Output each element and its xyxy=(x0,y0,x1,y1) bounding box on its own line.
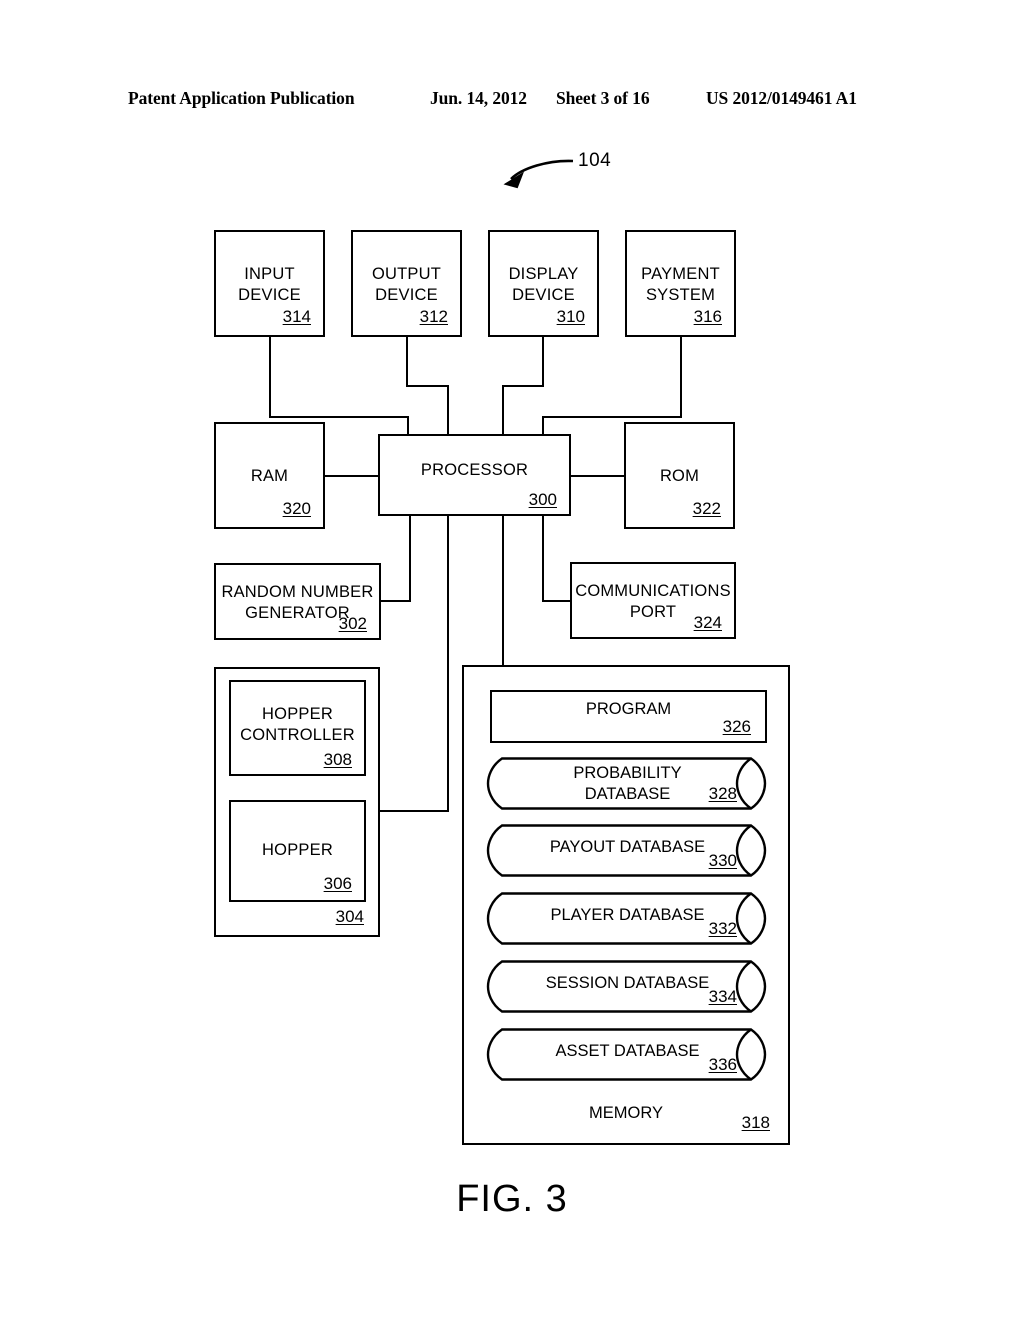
block-rng-ref: 302 xyxy=(338,614,367,633)
block-output-device-line1: OUTPUT xyxy=(371,265,442,283)
block-display-device-line1: DISPLAY xyxy=(508,265,579,283)
block-memory-label: MEMORY xyxy=(589,1104,663,1122)
connector-hopper-assembly xyxy=(380,516,449,812)
block-processor-label: PROCESSOR xyxy=(420,461,529,479)
block-comm-port-ref: 324 xyxy=(693,613,722,632)
block-program-ref: 326 xyxy=(722,717,751,736)
block-hopper-controller-line1: HOPPER xyxy=(262,705,333,723)
block-rom-ref: 322 xyxy=(692,499,721,518)
callout-label-104: 104 xyxy=(578,150,612,171)
block-input-device: INPUT DEVICE 314 xyxy=(214,230,325,337)
block-program: PROGRAM 326 xyxy=(490,690,767,743)
block-ram-label: RAM xyxy=(250,467,289,485)
block-hopper-assembly-ref: 304 xyxy=(335,907,364,926)
db-probability-line1: PROBABILITY xyxy=(573,764,682,782)
figure-3-block-diagram: 104 INPUT DEVICE 314 OUTPUT DEVICE 312 D… xyxy=(0,0,1024,1320)
db-asset-database: ASSET DATABASE 336 xyxy=(484,1028,771,1081)
connector-comm-port xyxy=(542,516,570,602)
block-output-device: OUTPUT DEVICE 312 xyxy=(351,230,462,337)
block-ram-ref: 320 xyxy=(282,499,311,518)
block-output-device-ref: 312 xyxy=(419,307,448,326)
block-output-device-line2: DEVICE xyxy=(375,286,438,304)
block-payment-system: PAYMENT SYSTEM 316 xyxy=(625,230,736,337)
block-memory-ref: 318 xyxy=(741,1113,770,1132)
block-processor: PROCESSOR 300 xyxy=(378,434,571,516)
block-hopper-label: HOPPER xyxy=(262,841,333,859)
db-session-ref: 334 xyxy=(708,987,737,1006)
block-hopper-controller-line2: CONTROLLER xyxy=(240,726,355,744)
connector-display-device xyxy=(502,337,544,434)
db-probability-database: PROBABILITY DATABASE 328 xyxy=(484,757,771,810)
block-comm-port-line1: COMMUNICATIONS xyxy=(575,582,731,600)
connector-payment-system xyxy=(542,337,682,434)
block-hopper-controller-ref: 308 xyxy=(323,750,352,769)
db-session-database: SESSION DATABASE 334 xyxy=(484,960,771,1013)
block-hopper-ref: 306 xyxy=(323,874,352,893)
block-ram: RAM 320 xyxy=(214,422,325,529)
block-input-device-line1: INPUT xyxy=(244,265,295,283)
db-payout-ref: 330 xyxy=(708,851,737,870)
block-communications-port: COMMUNICATIONS PORT 324 xyxy=(570,562,736,639)
db-player-ref: 332 xyxy=(708,919,737,938)
block-payment-system-line2: SYSTEM xyxy=(645,286,716,304)
block-input-device-line2: DEVICE xyxy=(238,286,301,304)
db-payout-database: PAYOUT DATABASE 330 xyxy=(484,824,771,877)
block-payment-system-line1: PAYMENT xyxy=(641,265,720,283)
db-player-database: PLAYER DATABASE 332 xyxy=(484,892,771,945)
connector-output-device xyxy=(406,337,449,434)
block-hopper-controller: HOPPER CONTROLLER 308 xyxy=(229,680,366,776)
block-display-device: DISPLAY DEVICE 310 xyxy=(488,230,599,337)
connector-rng xyxy=(381,516,411,602)
block-rom-label: ROM xyxy=(659,467,700,485)
block-input-device-ref: 314 xyxy=(282,307,311,326)
block-payment-system-ref: 316 xyxy=(693,307,722,326)
block-processor-ref: 300 xyxy=(528,490,557,509)
block-display-device-line2: DEVICE xyxy=(512,286,575,304)
block-rom: ROM 322 xyxy=(624,422,735,529)
block-hopper: HOPPER 306 xyxy=(229,800,366,902)
db-asset-ref: 336 xyxy=(708,1055,737,1074)
block-rng-line1: RANDOM NUMBER xyxy=(221,583,374,601)
figure-caption: FIG. 3 xyxy=(456,1178,568,1220)
connector-input-device xyxy=(269,337,409,434)
callout-arrow-104 xyxy=(503,159,574,189)
block-display-device-ref: 310 xyxy=(556,307,585,326)
db-probability-ref: 328 xyxy=(708,784,737,803)
block-random-number-generator: RANDOM NUMBER GENERATOR 302 xyxy=(214,563,381,640)
